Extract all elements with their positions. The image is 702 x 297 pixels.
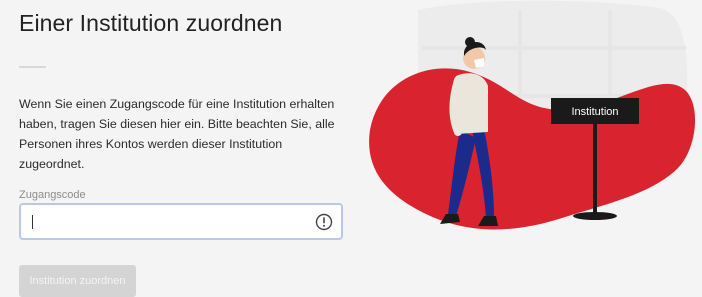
access-code-field[interactable] <box>19 203 343 240</box>
institution-illustration: Institution <box>369 0 696 230</box>
page-description: Wenn Sie einen Zugangscode für eine Inst… <box>19 97 335 171</box>
page-title: Einer Institution zuordnen <box>19 10 283 36</box>
title-divider <box>19 66 46 68</box>
institution-sign-label: Institution <box>571 106 618 118</box>
assign-institution-button[interactable]: Institution zuordnen <box>19 265 136 297</box>
assign-institution-panel: Einer Institution zuordnen Wenn Sie eine… <box>0 0 360 297</box>
info-icon <box>315 213 333 231</box>
text-cursor <box>32 215 33 229</box>
access-code-label: Zugangscode <box>19 189 86 201</box>
access-code-input[interactable] <box>21 205 321 238</box>
